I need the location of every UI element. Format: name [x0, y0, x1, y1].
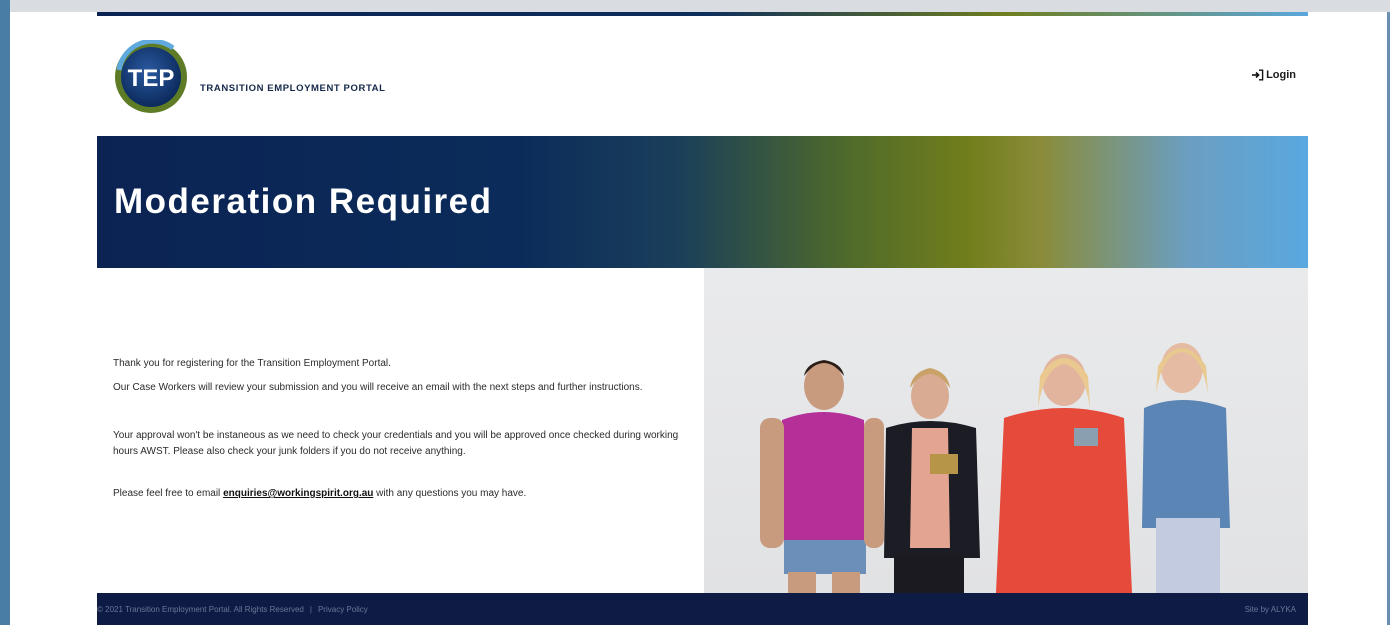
- hero-banner: Moderation Required: [97, 136, 1308, 268]
- privacy-policy-link[interactable]: Privacy Policy: [318, 605, 368, 614]
- brand-name: TRANSITION EMPLOYMENT PORTAL: [200, 83, 386, 94]
- site-logo[interactable]: TEP TRANSITION EMPLOYMENT PORTAL: [113, 40, 433, 114]
- browser-top-strip: [10, 0, 1390, 12]
- message-text-after: with any questions you may have.: [373, 488, 527, 499]
- logo-initials: TEP: [128, 65, 175, 92]
- message-paragraph-1: Thank you for registering for the Transi…: [113, 358, 391, 369]
- email-link[interactable]: enquiries@workingspirit.org.au: [223, 488, 373, 499]
- page-title: Moderation Required: [114, 182, 493, 221]
- person-2: [884, 368, 980, 593]
- person-1: [760, 360, 884, 593]
- site-footer: © 2021 Transition Employment Portal. All…: [97, 593, 1308, 625]
- message-paragraph-3: Your approval won't be instaneous as we …: [113, 430, 679, 457]
- team-photo-illustration: [760, 343, 1230, 593]
- message-panel: Thank you for registering for the Transi…: [97, 268, 704, 593]
- window-left-border: [0, 0, 10, 625]
- site-credit-link[interactable]: Site by ALYKA: [1245, 605, 1296, 614]
- tep-logo-icon: TEP: [115, 40, 187, 113]
- login-link[interactable]: Login: [1251, 69, 1296, 81]
- message-text-before: Please feel free to email: [113, 488, 224, 499]
- team-photo: [704, 268, 1308, 593]
- message-paragraph-2: Our Case Workers will review your submis…: [113, 382, 643, 393]
- footer-separator: |: [309, 605, 312, 614]
- sign-in-icon: [1252, 69, 1264, 81]
- footer-left: © 2021 Transition Employment Portal. All…: [97, 605, 368, 614]
- person-3: [996, 354, 1132, 593]
- copyright-text: © 2021 Transition Employment Portal. All…: [97, 605, 304, 614]
- site-header: TEP TRANSITION EMPLOYMENT PORTAL Login: [97, 16, 1308, 136]
- login-label: Login: [1266, 69, 1296, 81]
- person-4: [1142, 343, 1230, 593]
- message-paragraph-4: Please feel free to email enquiries@work…: [113, 486, 693, 502]
